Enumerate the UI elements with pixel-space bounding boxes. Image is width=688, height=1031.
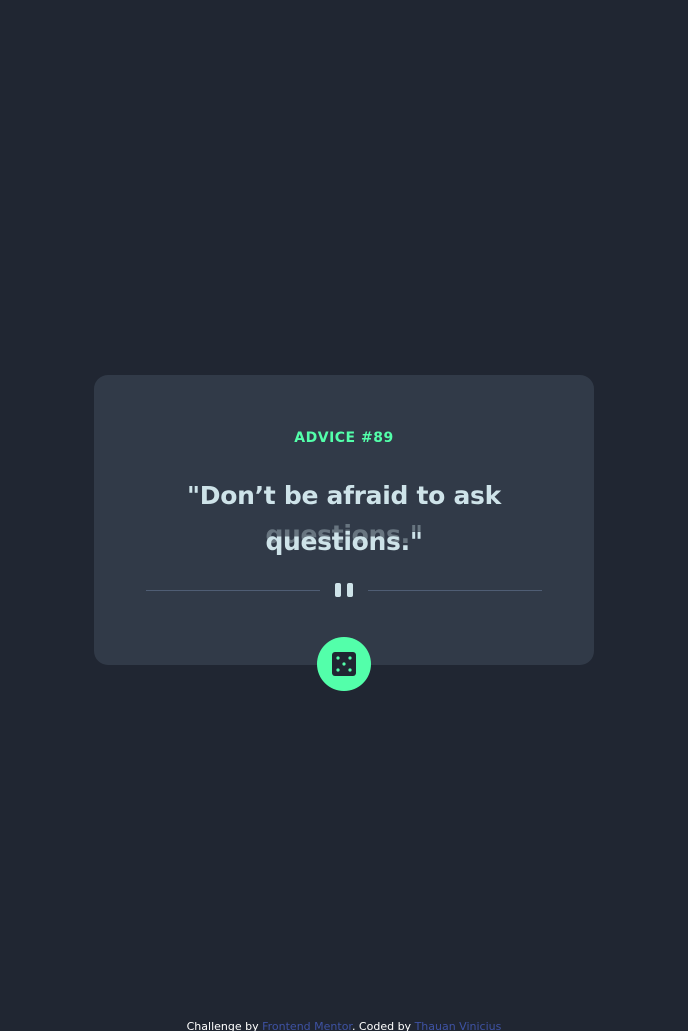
coded-by-text: . Coded by <box>351 1020 412 1031</box>
frontend-mentor-link[interactable]: Frontend Mentor <box>262 1020 352 1031</box>
challenge-text: Challenge by <box>186 1020 259 1031</box>
quote-line-2: questions." <box>265 527 423 556</box>
divider-line-left <box>146 590 320 591</box>
divider-line-right <box>368 590 542 591</box>
pause-icon <box>335 583 355 597</box>
divider <box>146 580 542 600</box>
new-advice-button[interactable] <box>317 637 371 691</box>
author-link[interactable]: Thauan Vinicius <box>415 1020 502 1031</box>
dice-icon <box>332 652 356 676</box>
attribution-footer: Challenge by Frontend Mentor. Coded by T… <box>0 1020 688 1031</box>
quote-line-1: "Don’t be afraid to ask <box>187 481 501 510</box>
advice-number: ADVICE #89 <box>294 430 394 446</box>
advice-card: ADVICE #89 "Don’t be afraid to ask quest… <box>94 375 594 665</box>
advice-quote: "Don’t be afraid to ask questions." ques… <box>154 473 534 565</box>
page: ADVICE #89 "Don’t be afraid to ask quest… <box>0 0 688 1031</box>
quote-line-2-wrapper: questions." questions." <box>154 519 534 565</box>
